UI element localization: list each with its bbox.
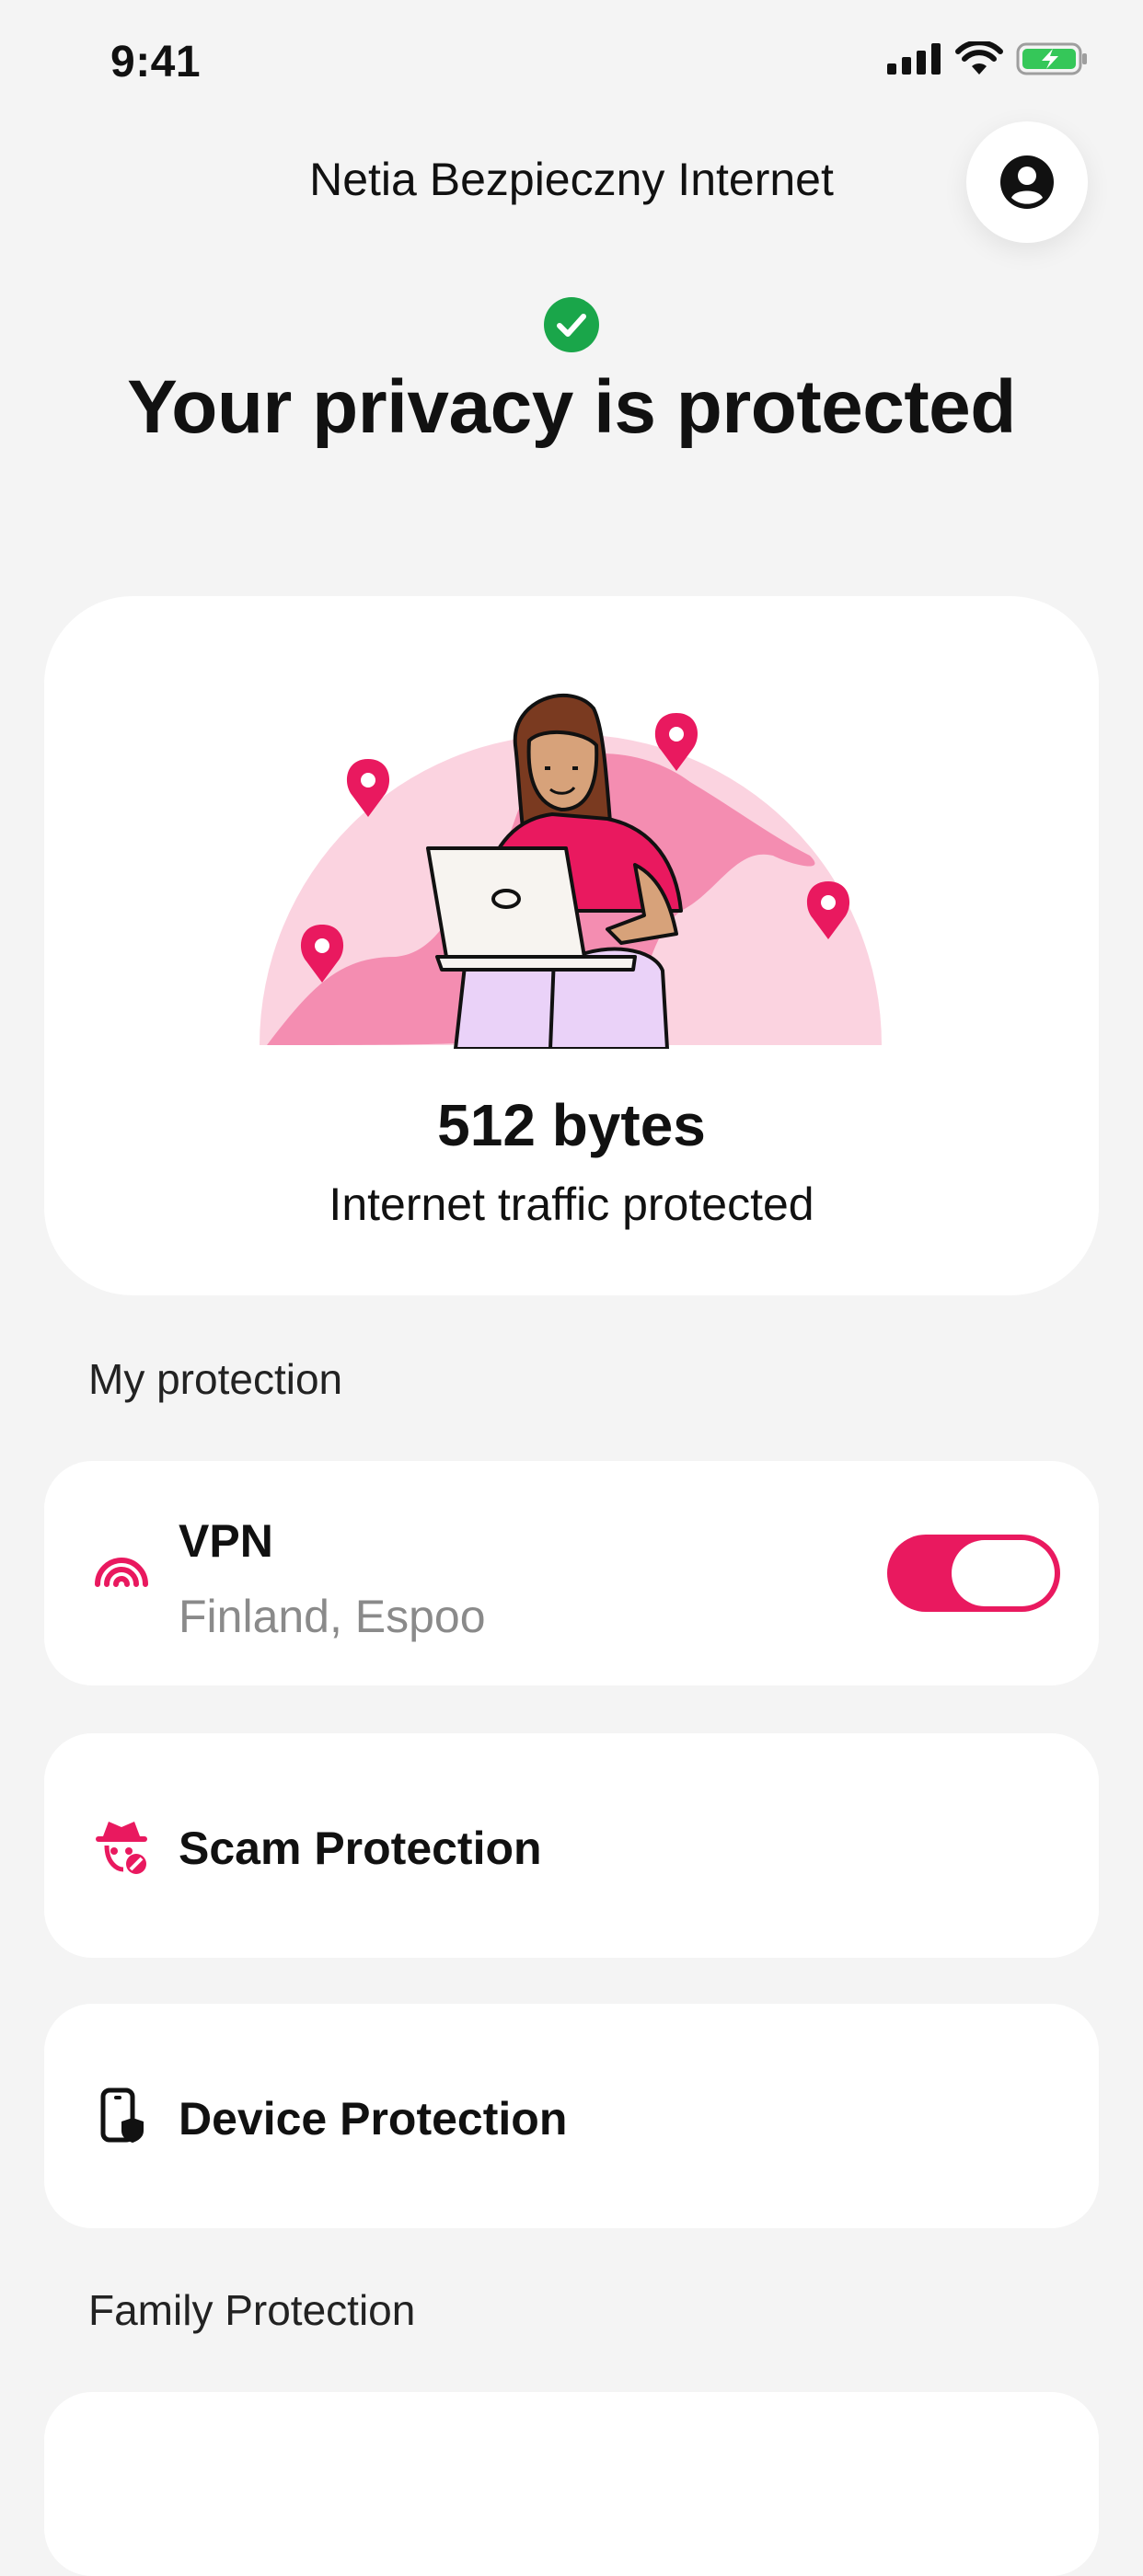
family-protection-heading: Family Protection — [88, 2286, 416, 2334]
device-protection-card[interactable]: Device Protection — [44, 2004, 1099, 2228]
scam-protection-card[interactable]: Scam Protection — [44, 1733, 1099, 1958]
family-protection-card[interactable] — [44, 2392, 1099, 2576]
traffic-label: Internet traffic protected — [329, 1179, 814, 1230]
scam-spy-icon — [96, 1822, 147, 1874]
profile-button[interactable] — [966, 121, 1088, 243]
vpn-title: VPN — [179, 1515, 273, 1567]
vpn-card[interactable]: VPN Finland, Espoo — [44, 1461, 1099, 1685]
vpn-signal-icon — [95, 1558, 148, 1587]
status-time: 9:41 — [110, 38, 202, 86]
my-protection-heading: My protection — [88, 1355, 343, 1403]
check-circle-icon — [544, 297, 599, 352]
wifi-icon — [955, 41, 1003, 75]
status-icons — [887, 40, 1090, 77]
privacy-illustration — [260, 693, 882, 1049]
device-shield-icon — [100, 2087, 144, 2143]
protection-headline: Your privacy is protected — [127, 365, 1016, 449]
signal-icon — [887, 43, 941, 75]
account-circle-icon — [1000, 155, 1054, 209]
scam-protection-title: Scam Protection — [179, 1823, 542, 1874]
traffic-amount: 512 bytes — [437, 1092, 706, 1158]
battery-charging-icon — [1016, 42, 1087, 75]
device-protection-title: Device Protection — [179, 2093, 568, 2145]
toggle-knob — [952, 1540, 1055, 1606]
vpn-toggle[interactable] — [887, 1535, 1060, 1612]
vpn-location: Finland, Espoo — [179, 1591, 486, 1642]
